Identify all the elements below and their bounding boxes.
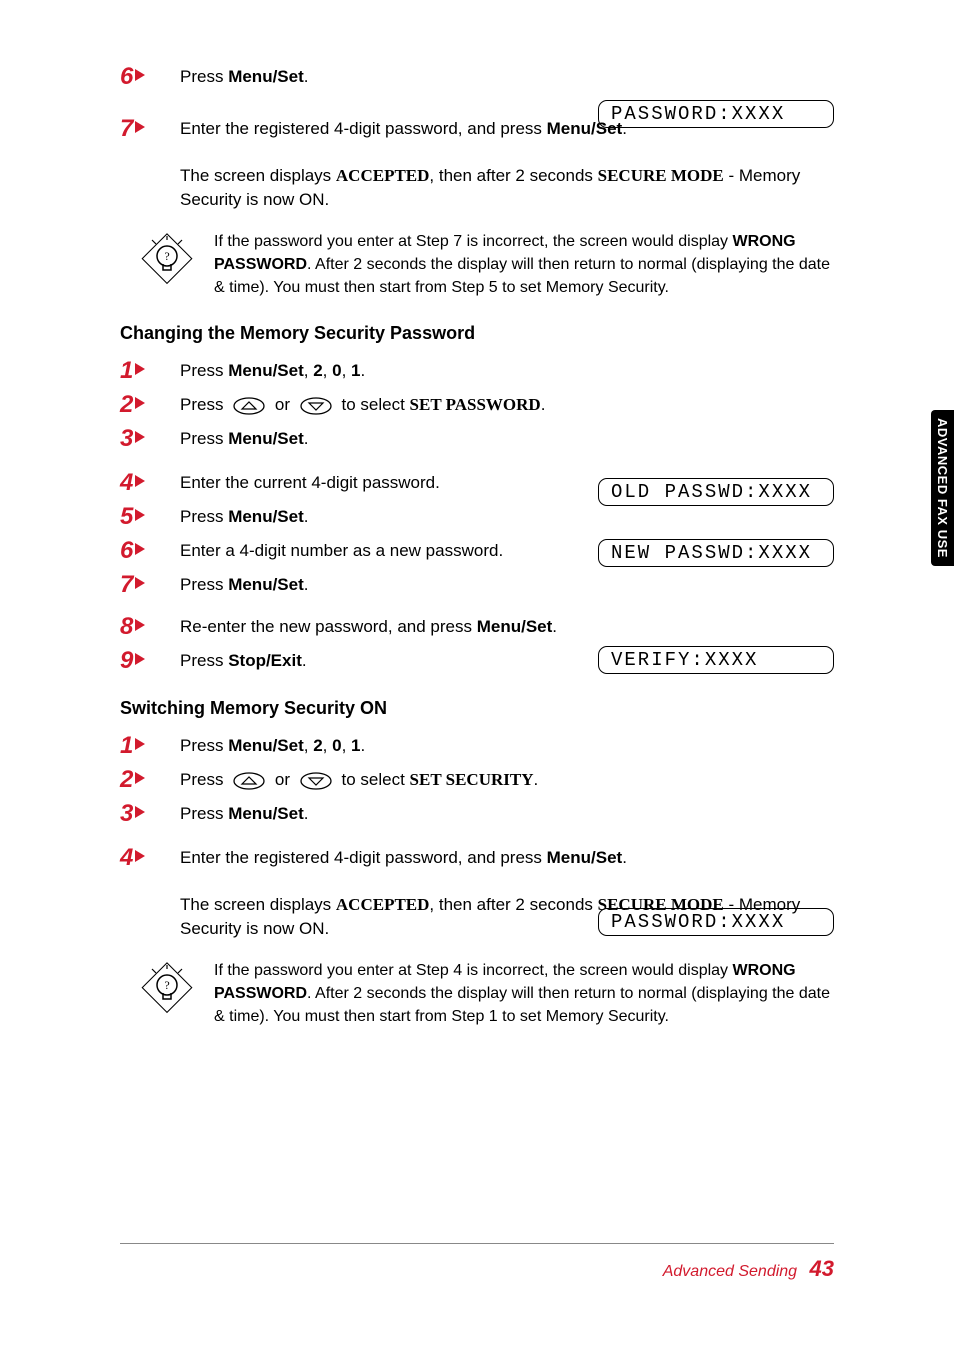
down-arrow-icon xyxy=(299,771,333,791)
svg-text:?: ? xyxy=(164,978,169,992)
step-text: Press Menu/Set. xyxy=(180,65,834,89)
step-number: 1 xyxy=(120,734,180,758)
section-heading: Changing the Memory Security Password xyxy=(120,323,834,344)
footer-section: Advanced Sending xyxy=(663,1263,797,1280)
footer-page: 43 xyxy=(810,1256,834,1281)
step-number: 3 xyxy=(120,802,180,826)
step-wedge-icon xyxy=(135,69,145,81)
page: ADVANCED FAX USE 6 Press Menu/Set. PASSW… xyxy=(0,0,954,1352)
step-number: 3 xyxy=(120,427,180,451)
side-tab: ADVANCED FAX USE xyxy=(931,410,954,566)
step-wedge-icon xyxy=(135,738,145,750)
sect2-step-3: 3 Press Menu/Set. xyxy=(120,797,834,831)
step-wedge-icon xyxy=(135,653,145,665)
step-text: Press Menu/Set, 2, 0, 1. xyxy=(180,734,834,758)
step-number: 8 xyxy=(120,615,180,639)
up-arrow-icon xyxy=(232,396,266,416)
up-arrow-icon xyxy=(232,771,266,791)
step-number: 7 xyxy=(120,573,180,597)
down-arrow-icon xyxy=(299,396,333,416)
svg-text:?: ? xyxy=(164,249,169,263)
step-wedge-icon xyxy=(135,577,145,589)
note-box: ? If the password you enter at Step 4 is… xyxy=(120,941,834,1033)
step-wedge-icon xyxy=(135,543,145,555)
step-number: 4 xyxy=(120,471,180,495)
step-wedge-icon xyxy=(135,619,145,631)
step-text: Press Menu/Set. xyxy=(180,573,834,597)
lcd-display: NEW PASSWD:XXXX xyxy=(598,539,834,567)
step-number: 2 xyxy=(120,393,180,417)
note-text: If the password you enter at Step 7 is i… xyxy=(214,230,834,300)
section-heading: Switching Memory Security ON xyxy=(120,698,834,719)
note-box: ? If the password you enter at Step 7 is… xyxy=(120,212,834,304)
result-sentence: The screen displays ACCEPTED, then after… xyxy=(120,164,834,212)
step-text: Press Menu/Set, 2, 0, 1. xyxy=(180,359,834,383)
step-wedge-icon xyxy=(135,772,145,784)
lcd-display: PASSWORD:XXXX xyxy=(598,100,834,128)
lcd-display: PASSWORD:XXXX xyxy=(598,908,834,936)
sect1-step-8: 8 Re-enter the new password, and press M… xyxy=(120,610,834,644)
sect1-step-3: 3 Press Menu/Set. xyxy=(120,422,834,456)
step-text: Press Menu/Set. xyxy=(180,802,834,826)
step-text: Press or to select SET PASSWORD. xyxy=(180,393,834,417)
lightbulb-icon: ? xyxy=(138,959,196,1029)
lcd-display: VERIFY:XXXX xyxy=(598,646,834,674)
footer-rule xyxy=(120,1243,834,1244)
step-number: 5 xyxy=(120,505,180,529)
step-text: Re-enter the new password, and press Men… xyxy=(180,615,834,639)
step-text: Press Menu/Set. xyxy=(180,505,834,529)
step-number: 4 xyxy=(120,846,180,870)
step-number: 6 xyxy=(120,539,180,563)
step-6: 6 Press Menu/Set. xyxy=(120,60,834,94)
lightbulb-icon: ? xyxy=(138,230,196,300)
sect1-step-7: 7 Press Menu/Set. xyxy=(120,568,834,602)
step-number: 6 xyxy=(120,65,180,89)
page-footer: Advanced Sending 43 xyxy=(663,1256,834,1282)
note-text: If the password you enter at Step 4 is i… xyxy=(214,959,834,1029)
step-number: 2 xyxy=(120,768,180,792)
step-wedge-icon xyxy=(135,397,145,409)
sect1-step-2: 2 Press or to select SET PASSWORD. xyxy=(120,388,834,422)
step-wedge-icon xyxy=(135,850,145,862)
step-number: 9 xyxy=(120,649,180,673)
step-text: Press or to select SET SECURITY. xyxy=(180,768,834,792)
step-wedge-icon xyxy=(135,363,145,375)
step-number: 1 xyxy=(120,359,180,383)
step-text: Press Menu/Set. xyxy=(180,427,834,451)
step-wedge-icon xyxy=(135,431,145,443)
step-wedge-icon xyxy=(135,509,145,521)
sect2-step-4: 4 Enter the registered 4-digit password,… xyxy=(120,841,834,875)
lcd-display: OLD PASSWD:XXXX xyxy=(598,478,834,506)
step-number: 7 xyxy=(120,117,180,141)
sect1-step-1: 1 Press Menu/Set, 2, 0, 1. xyxy=(120,354,834,388)
step-wedge-icon xyxy=(135,806,145,818)
sect2-step-2: 2 Press or to select SET SECURITY. xyxy=(120,763,834,797)
sect2-step-1: 1 Press Menu/Set, 2, 0, 1. xyxy=(120,729,834,763)
step-text: Enter the registered 4-digit password, a… xyxy=(180,846,834,870)
step-wedge-icon xyxy=(135,121,145,133)
step-wedge-icon xyxy=(135,475,145,487)
